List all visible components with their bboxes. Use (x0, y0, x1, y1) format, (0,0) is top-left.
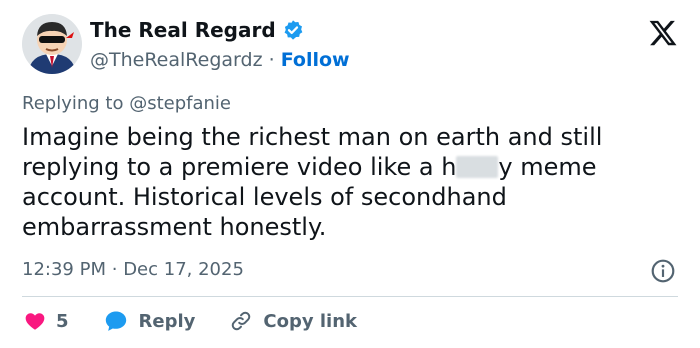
verified-badge-icon (284, 20, 303, 40)
copy-link-button[interactable]: Copy link (229, 309, 357, 333)
reply-bubble-icon[interactable] (103, 308, 129, 334)
replying-prefix: Replying to (22, 93, 124, 114)
author-name-row[interactable]: The Real Regard (90, 17, 304, 43)
divider (22, 296, 678, 297)
copy-link-label[interactable]: Copy link (263, 311, 357, 332)
link-icon[interactable] (229, 309, 253, 333)
like-button[interactable]: 5 (24, 310, 69, 332)
tweet-time[interactable]: 12:39 PM (22, 259, 106, 280)
separator-dot: · (268, 49, 275, 71)
reply-label[interactable]: Reply (139, 311, 196, 332)
heart-icon[interactable] (24, 310, 46, 332)
reply-context: Replying to @stepfanie (22, 92, 231, 116)
handle-row: @TheRealRegardz · Follow (90, 47, 350, 73)
author-handle[interactable]: @TheRealRegardz (90, 49, 263, 71)
info-icon[interactable] (650, 258, 676, 284)
reply-button[interactable]: Reply (103, 308, 196, 334)
like-count: 5 (56, 310, 69, 332)
avatar[interactable] (22, 14, 82, 74)
tweet-text: Imagine being the richest man on earth a… (22, 122, 662, 242)
mention-link[interactable]: @stepfanie (129, 93, 231, 114)
action-bar: 5 Reply Copy link (24, 308, 357, 334)
follow-button[interactable]: Follow (281, 49, 350, 71)
censored-word-blur (456, 156, 499, 178)
x-logo-icon[interactable] (648, 18, 678, 48)
tweet-date[interactable]: Dec 17, 2025 (123, 259, 244, 280)
timestamp[interactable]: 12:39 PM · Dec 17, 2025 (22, 258, 244, 282)
timestamp-separator: · (111, 259, 118, 280)
sunglasses-mascot-avatar-icon (22, 14, 82, 74)
display-name[interactable]: The Real Regard (90, 17, 276, 43)
